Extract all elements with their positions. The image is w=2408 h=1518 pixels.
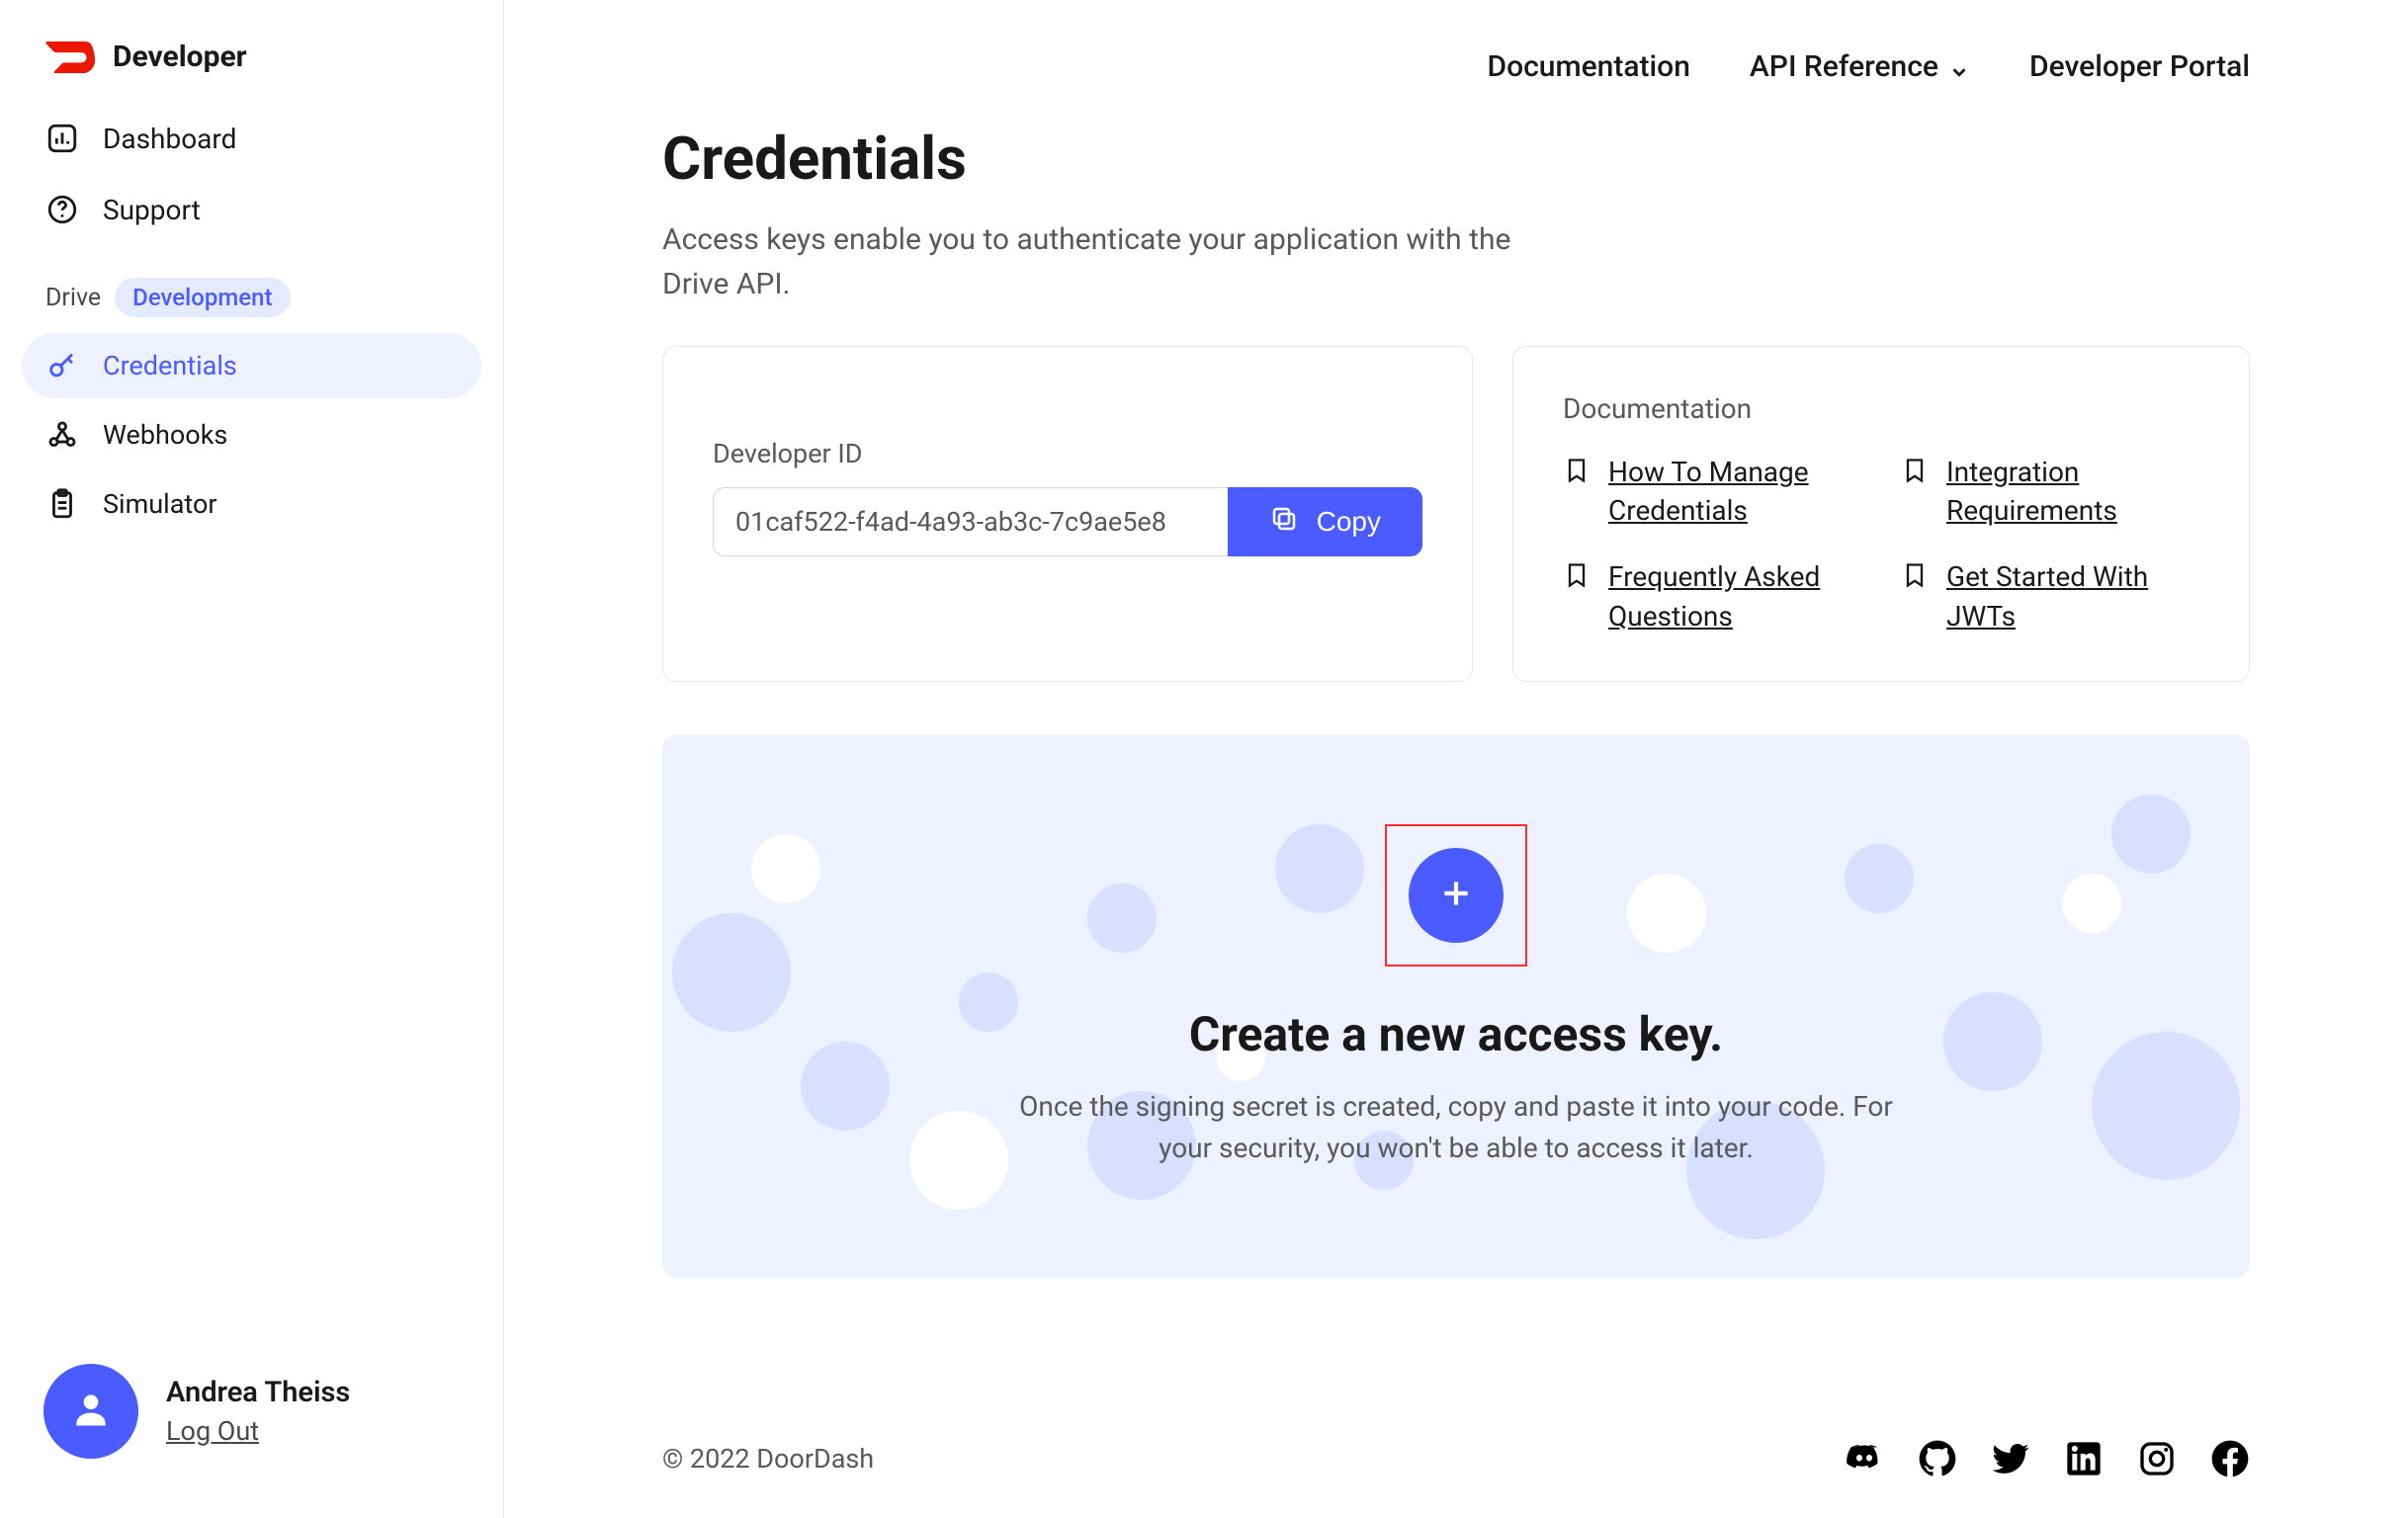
create-key-button[interactable] (1409, 848, 1504, 943)
topnav-api-reference[interactable]: API Reference (1750, 49, 1970, 84)
documentation-title: Documentation (1563, 392, 2199, 425)
brand[interactable]: Developer (0, 20, 503, 106)
help-icon (45, 193, 79, 226)
subnav-credentials-label: Credentials (103, 350, 237, 381)
subnav-simulator[interactable]: Simulator (22, 471, 481, 537)
doc-link-manage: How To Manage Credentials (1563, 453, 1861, 530)
copyright: © 2022 DoorDash (662, 1443, 874, 1475)
bookmark-icon (1563, 561, 1591, 589)
main: Documentation API Reference Developer Po… (504, 0, 2408, 1518)
footer: © 2022 DoorDash (504, 1380, 2408, 1518)
plus-icon (1436, 874, 1476, 916)
secondary-nav: Credentials Webhooks Simulator (0, 333, 503, 537)
doc-link-integration-link[interactable]: Integration Requirements (1946, 453, 2199, 530)
subnav-simulator-label: Simulator (103, 488, 217, 520)
subnav-credentials[interactable]: Credentials (22, 333, 481, 398)
sidebar: Developer Dashboard Support Drive Develo… (0, 0, 504, 1518)
subnav-webhooks-label: Webhooks (103, 419, 227, 451)
doc-link-integration: Integration Requirements (1901, 453, 2199, 530)
subnav-webhooks[interactable]: Webhooks (22, 402, 481, 467)
chevron-down-icon (1948, 56, 1970, 78)
developer-id-card: Developer ID Copy (662, 346, 1473, 682)
environment-badge[interactable]: Development (115, 278, 290, 317)
nav-dashboard-label: Dashboard (103, 123, 236, 155)
nav-support-label: Support (103, 194, 201, 226)
copy-button-label: Copy (1317, 506, 1381, 538)
create-key-title: Create a new access key. (702, 1006, 2210, 1062)
section-header: Drive Development (0, 242, 503, 333)
doordash-logo-icon (43, 42, 99, 73)
page-title: Credentials (662, 124, 2250, 194)
doc-link-manage-link[interactable]: How To Manage Credentials (1608, 453, 1861, 530)
topnav-api-reference-label: API Reference (1750, 49, 1938, 84)
doc-link-jwts-link[interactable]: Get Started With JWTs (1946, 557, 2199, 634)
create-key-highlight (1385, 824, 1527, 967)
dashboard-icon (45, 122, 79, 155)
create-key-description: Once the signing secret is created, copy… (1011, 1086, 1901, 1169)
primary-nav: Dashboard Support (0, 106, 503, 242)
bookmark-icon (1563, 457, 1591, 484)
nav-support[interactable]: Support (22, 177, 481, 242)
person-icon (69, 1388, 113, 1435)
developer-id-label: Developer ID (713, 438, 1422, 469)
facebook-icon[interactable] (2210, 1439, 2250, 1478)
doc-link-jwts: Get Started With JWTs (1901, 557, 2199, 634)
topnav: Documentation API Reference Developer Po… (504, 0, 2408, 104)
key-icon (45, 349, 79, 382)
bookmark-icon (1901, 457, 1929, 484)
sidebar-footer: Andrea Theiss Log Out (0, 1340, 503, 1498)
bookmark-icon (1901, 561, 1929, 589)
page-subtitle: Access keys enable you to authenticate y… (662, 217, 1532, 306)
webhook-icon (45, 418, 79, 452)
twitter-icon[interactable] (1991, 1439, 2030, 1478)
avatar[interactable] (43, 1364, 138, 1459)
topnav-documentation[interactable]: Documentation (1488, 49, 1690, 84)
brand-name: Developer (113, 40, 247, 74)
topnav-developer-portal[interactable]: Developer Portal (2029, 49, 2250, 84)
clipboard-icon (45, 487, 79, 521)
nav-dashboard[interactable]: Dashboard (22, 106, 481, 171)
linkedin-icon[interactable] (2064, 1439, 2104, 1478)
documentation-card: Documentation How To Manage Credentials … (1512, 346, 2250, 682)
logout-link[interactable]: Log Out (166, 1415, 259, 1447)
copy-button[interactable]: Copy (1228, 487, 1422, 556)
create-key-panel: Create a new access key. Once the signin… (662, 735, 2250, 1278)
user-name: Andrea Theiss (166, 1376, 350, 1409)
doc-link-faq: Frequently Asked Questions (1563, 557, 1861, 634)
doc-link-faq-link[interactable]: Frequently Asked Questions (1608, 557, 1861, 634)
section-label: Drive (45, 284, 101, 312)
github-icon[interactable] (1918, 1439, 1957, 1478)
social-links (1845, 1439, 2250, 1478)
discord-icon[interactable] (1845, 1439, 1884, 1478)
copy-icon (1269, 504, 1299, 541)
developer-id-input[interactable] (713, 487, 1228, 556)
instagram-icon[interactable] (2137, 1439, 2177, 1478)
